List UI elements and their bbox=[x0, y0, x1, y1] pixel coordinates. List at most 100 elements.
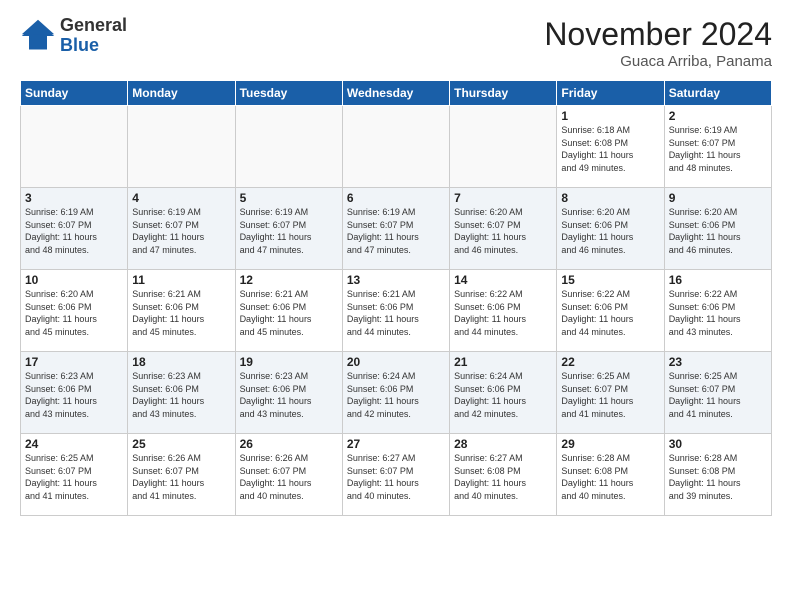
day-number: 12 bbox=[240, 273, 338, 287]
day-info: Sunrise: 6:22 AM Sunset: 6:06 PM Dayligh… bbox=[454, 288, 552, 338]
day-number: 7 bbox=[454, 191, 552, 205]
day-info: Sunrise: 6:25 AM Sunset: 6:07 PM Dayligh… bbox=[25, 452, 123, 502]
day-info: Sunrise: 6:28 AM Sunset: 6:08 PM Dayligh… bbox=[669, 452, 767, 502]
calendar-week-row: 3 Sunrise: 6:19 AM Sunset: 6:07 PM Daylig… bbox=[21, 188, 772, 270]
day-info: Sunrise: 6:22 AM Sunset: 6:06 PM Dayligh… bbox=[669, 288, 767, 338]
calendar-header-wednesday: Wednesday bbox=[342, 81, 449, 106]
day-info: Sunrise: 6:25 AM Sunset: 6:07 PM Dayligh… bbox=[561, 370, 659, 420]
day-number: 30 bbox=[669, 437, 767, 451]
day-info: Sunrise: 6:27 AM Sunset: 6:07 PM Dayligh… bbox=[347, 452, 445, 502]
day-info: Sunrise: 6:28 AM Sunset: 6:08 PM Dayligh… bbox=[561, 452, 659, 502]
calendar-cell: 17Sunrise: 6:23 AM Sunset: 6:06 PM Dayli… bbox=[21, 352, 128, 434]
day-info: Sunrise: 6:20 AM Sunset: 6:06 PM Dayligh… bbox=[561, 206, 659, 256]
day-info: Sunrise: 6:25 AM Sunset: 6:07 PM Dayligh… bbox=[669, 370, 767, 420]
calendar-header-saturday: Saturday bbox=[664, 81, 771, 106]
calendar-cell: 2Sunrise: 6:19 AM Sunset: 6:07 PM Daylig… bbox=[664, 106, 771, 188]
calendar-cell: 16Sunrise: 6:22 AM Sunset: 6:06 PM Dayli… bbox=[664, 270, 771, 352]
calendar-header-monday: Monday bbox=[128, 81, 235, 106]
day-info: Sunrise: 6:19 AM Sunset: 6:07 PM Dayligh… bbox=[669, 124, 767, 174]
calendar-cell bbox=[235, 106, 342, 188]
calendar-cell: 29Sunrise: 6:28 AM Sunset: 6:08 PM Dayli… bbox=[557, 434, 664, 516]
day-number: 5 bbox=[240, 191, 338, 205]
day-info: Sunrise: 6:27 AM Sunset: 6:08 PM Dayligh… bbox=[454, 452, 552, 502]
day-info: Sunrise: 6:24 AM Sunset: 6:06 PM Dayligh… bbox=[454, 370, 552, 420]
day-number: 29 bbox=[561, 437, 659, 451]
day-info: Sunrise: 6:23 AM Sunset: 6:06 PM Dayligh… bbox=[240, 370, 338, 420]
day-info: Sunrise: 6:26 AM Sunset: 6:07 PM Dayligh… bbox=[240, 452, 338, 502]
day-number: 21 bbox=[454, 355, 552, 369]
title-area: November 2024 Guaca Arriba, Panama bbox=[544, 16, 772, 70]
calendar-cell: 15Sunrise: 6:22 AM Sunset: 6:06 PM Dayli… bbox=[557, 270, 664, 352]
day-info: Sunrise: 6:22 AM Sunset: 6:06 PM Dayligh… bbox=[561, 288, 659, 338]
calendar-cell: 26Sunrise: 6:26 AM Sunset: 6:07 PM Dayli… bbox=[235, 434, 342, 516]
calendar-cell: 25Sunrise: 6:26 AM Sunset: 6:07 PM Dayli… bbox=[128, 434, 235, 516]
day-info: Sunrise: 6:21 AM Sunset: 6:06 PM Dayligh… bbox=[240, 288, 338, 338]
calendar-header-tuesday: Tuesday bbox=[235, 81, 342, 106]
logo-text: General Blue bbox=[60, 16, 127, 56]
day-number: 9 bbox=[669, 191, 767, 205]
day-number: 3 bbox=[25, 191, 123, 205]
day-number: 27 bbox=[347, 437, 445, 451]
calendar-cell: 5Sunrise: 6:19 AM Sunset: 6:07 PM Daylig… bbox=[235, 188, 342, 270]
calendar-week-row: 1Sunrise: 6:18 AM Sunset: 6:08 PM Daylig… bbox=[21, 106, 772, 188]
day-number: 15 bbox=[561, 273, 659, 287]
day-number: 13 bbox=[347, 273, 445, 287]
calendar-header-row: SundayMondayTuesdayWednesdayThursdayFrid… bbox=[21, 81, 772, 106]
calendar-cell: 21Sunrise: 6:24 AM Sunset: 6:06 PM Dayli… bbox=[450, 352, 557, 434]
calendar-header-friday: Friday bbox=[557, 81, 664, 106]
day-number: 14 bbox=[454, 273, 552, 287]
calendar-cell: 9Sunrise: 6:20 AM Sunset: 6:06 PM Daylig… bbox=[664, 188, 771, 270]
logo: General Blue bbox=[20, 16, 127, 56]
day-number: 6 bbox=[347, 191, 445, 205]
day-info: Sunrise: 6:19 AM Sunset: 6:07 PM Dayligh… bbox=[240, 206, 338, 256]
day-info: Sunrise: 6:24 AM Sunset: 6:06 PM Dayligh… bbox=[347, 370, 445, 420]
calendar-cell: 11Sunrise: 6:21 AM Sunset: 6:06 PM Dayli… bbox=[128, 270, 235, 352]
header: General Blue November 2024 Guaca Arriba,… bbox=[20, 16, 772, 70]
calendar-header-thursday: Thursday bbox=[450, 81, 557, 106]
day-info: Sunrise: 6:21 AM Sunset: 6:06 PM Dayligh… bbox=[132, 288, 230, 338]
month-title: November 2024 bbox=[544, 16, 772, 53]
calendar-cell: 3Sunrise: 6:19 AM Sunset: 6:07 PM Daylig… bbox=[21, 188, 128, 270]
calendar-cell bbox=[342, 106, 449, 188]
calendar-cell: 27Sunrise: 6:27 AM Sunset: 6:07 PM Dayli… bbox=[342, 434, 449, 516]
day-number: 24 bbox=[25, 437, 123, 451]
day-number: 11 bbox=[132, 273, 230, 287]
logo-blue-text: Blue bbox=[60, 36, 127, 56]
calendar-cell: 6Sunrise: 6:19 AM Sunset: 6:07 PM Daylig… bbox=[342, 188, 449, 270]
calendar-table: SundayMondayTuesdayWednesdayThursdayFrid… bbox=[20, 80, 772, 516]
day-info: Sunrise: 6:20 AM Sunset: 6:06 PM Dayligh… bbox=[669, 206, 767, 256]
calendar-cell: 18Sunrise: 6:23 AM Sunset: 6:06 PM Dayli… bbox=[128, 352, 235, 434]
day-info: Sunrise: 6:20 AM Sunset: 6:07 PM Dayligh… bbox=[454, 206, 552, 256]
day-info: Sunrise: 6:19 AM Sunset: 6:07 PM Dayligh… bbox=[347, 206, 445, 256]
calendar-cell: 12Sunrise: 6:21 AM Sunset: 6:06 PM Dayli… bbox=[235, 270, 342, 352]
day-info: Sunrise: 6:26 AM Sunset: 6:07 PM Dayligh… bbox=[132, 452, 230, 502]
calendar-cell: 13Sunrise: 6:21 AM Sunset: 6:06 PM Dayli… bbox=[342, 270, 449, 352]
calendar-cell: 8Sunrise: 6:20 AM Sunset: 6:06 PM Daylig… bbox=[557, 188, 664, 270]
day-number: 4 bbox=[132, 191, 230, 205]
day-number: 20 bbox=[347, 355, 445, 369]
calendar-cell: 28Sunrise: 6:27 AM Sunset: 6:08 PM Dayli… bbox=[450, 434, 557, 516]
calendar-cell: 30Sunrise: 6:28 AM Sunset: 6:08 PM Dayli… bbox=[664, 434, 771, 516]
day-info: Sunrise: 6:19 AM Sunset: 6:07 PM Dayligh… bbox=[132, 206, 230, 256]
page: General Blue November 2024 Guaca Arriba,… bbox=[0, 0, 792, 532]
calendar-cell bbox=[128, 106, 235, 188]
day-number: 28 bbox=[454, 437, 552, 451]
logo-general-text: General bbox=[60, 16, 127, 36]
day-info: Sunrise: 6:20 AM Sunset: 6:06 PM Dayligh… bbox=[25, 288, 123, 338]
day-number: 1 bbox=[561, 109, 659, 123]
day-info: Sunrise: 6:21 AM Sunset: 6:06 PM Dayligh… bbox=[347, 288, 445, 338]
day-info: Sunrise: 6:18 AM Sunset: 6:08 PM Dayligh… bbox=[561, 124, 659, 174]
day-number: 8 bbox=[561, 191, 659, 205]
calendar-week-row: 24Sunrise: 6:25 AM Sunset: 6:07 PM Dayli… bbox=[21, 434, 772, 516]
location: Guaca Arriba, Panama bbox=[544, 53, 772, 70]
day-number: 2 bbox=[669, 109, 767, 123]
calendar-cell bbox=[21, 106, 128, 188]
calendar-cell: 24Sunrise: 6:25 AM Sunset: 6:07 PM Dayli… bbox=[21, 434, 128, 516]
day-number: 17 bbox=[25, 355, 123, 369]
calendar-cell: 10Sunrise: 6:20 AM Sunset: 6:06 PM Dayli… bbox=[21, 270, 128, 352]
day-number: 19 bbox=[240, 355, 338, 369]
calendar-cell: 23Sunrise: 6:25 AM Sunset: 6:07 PM Dayli… bbox=[664, 352, 771, 434]
calendar-header-sunday: Sunday bbox=[21, 81, 128, 106]
calendar-week-row: 17 Sunrise: 6:23 AM Sunset: 6:06 PM Dayli… bbox=[21, 352, 772, 434]
calendar-week-row: 10Sunrise: 6:20 AM Sunset: 6:06 PM Dayli… bbox=[21, 270, 772, 352]
